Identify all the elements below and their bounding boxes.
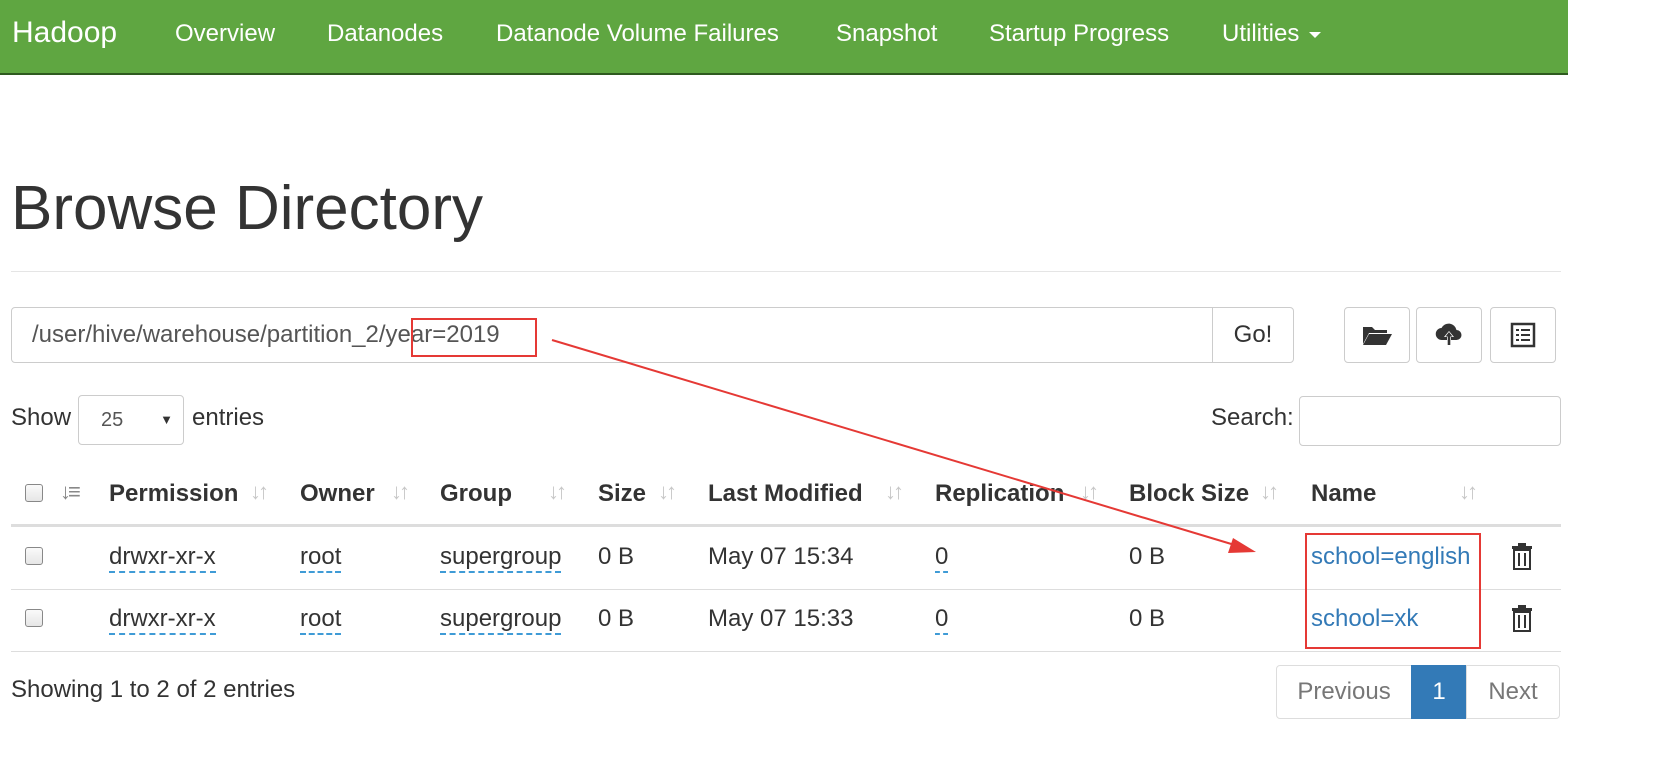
- annotation-arrow: [551, 339, 1256, 553]
